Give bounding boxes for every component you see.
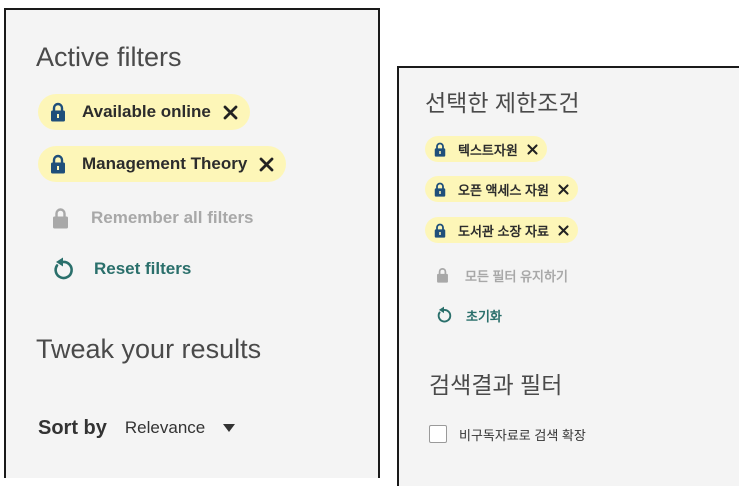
lock-icon[interactable] <box>434 142 446 157</box>
reset-button-ko[interactable]: 초기화 <box>436 304 502 326</box>
checkbox[interactable] <box>429 425 447 443</box>
remember-all-filters-label: Remember all filters <box>91 208 254 227</box>
remember-all-filters-label: 모든 필터 유지하기 <box>465 268 568 284</box>
lock-icon[interactable] <box>434 223 446 238</box>
tweak-results-heading: Tweak your results <box>36 334 262 364</box>
filter-chip-label: 도서관 소장 자료 <box>458 223 549 239</box>
close-icon[interactable] <box>223 105 238 120</box>
filter-chip-text-resources[interactable]: 텍스트자원 <box>425 136 547 162</box>
sort-by-label: Sort by <box>38 416 107 439</box>
filter-chip-available-online[interactable]: Available online <box>38 94 250 130</box>
reset-label: 초기화 <box>466 308 502 324</box>
reset-icon <box>52 257 74 281</box>
reset-icon <box>436 306 452 324</box>
lock-icon[interactable] <box>50 102 66 122</box>
filter-chip-label: Management Theory <box>82 154 248 173</box>
sort-by-control[interactable]: Sort by Relevance <box>38 413 236 443</box>
close-icon[interactable] <box>259 157 274 172</box>
filter-chip-management-theory[interactable]: Management Theory <box>38 146 287 182</box>
active-filters-heading-ko: 선택한 제한조건 <box>425 90 580 116</box>
lock-icon <box>436 267 449 283</box>
filter-chip-library-holdings[interactable]: 도서관 소장 자료 <box>425 217 578 243</box>
remember-all-filters-button[interactable]: Remember all filters <box>52 206 254 230</box>
close-icon[interactable] <box>558 183 569 195</box>
lock-icon[interactable] <box>50 154 66 174</box>
filter-panel-english: Active filters Available online Manageme… <box>4 8 380 478</box>
reset-filters-button[interactable]: Reset filters <box>52 256 191 282</box>
expand-non-subscribed-checkbox[interactable]: 비구독자료로 검색 확장 <box>429 422 586 446</box>
filter-panel-korean: 선택한 제한조건 텍스트자원 오픈 액세스 자원 도서관 소장 자료 모든 필터 <box>397 66 739 486</box>
filter-chip-label: Available online <box>82 102 211 121</box>
sort-value[interactable]: Relevance <box>125 418 205 438</box>
remember-all-filters-button-ko[interactable]: 모든 필터 유지하기 <box>436 264 568 286</box>
lock-icon <box>52 207 69 229</box>
caret-down-icon[interactable] <box>223 424 236 432</box>
filter-chip-open-access[interactable]: 오픈 액세스 자원 <box>425 176 578 202</box>
search-results-filter-heading: 검색결과 필터 <box>429 372 563 398</box>
close-icon[interactable] <box>558 224 569 236</box>
lock-icon[interactable] <box>434 182 446 197</box>
filter-chip-label: 오픈 액세스 자원 <box>458 182 549 198</box>
reset-filters-label: Reset filters <box>94 259 192 278</box>
filter-chip-label: 텍스트자원 <box>458 142 518 158</box>
active-filters-heading: Active filters <box>36 42 182 72</box>
checkbox-label: 비구독자료로 검색 확장 <box>459 427 586 443</box>
close-icon[interactable] <box>527 143 538 155</box>
